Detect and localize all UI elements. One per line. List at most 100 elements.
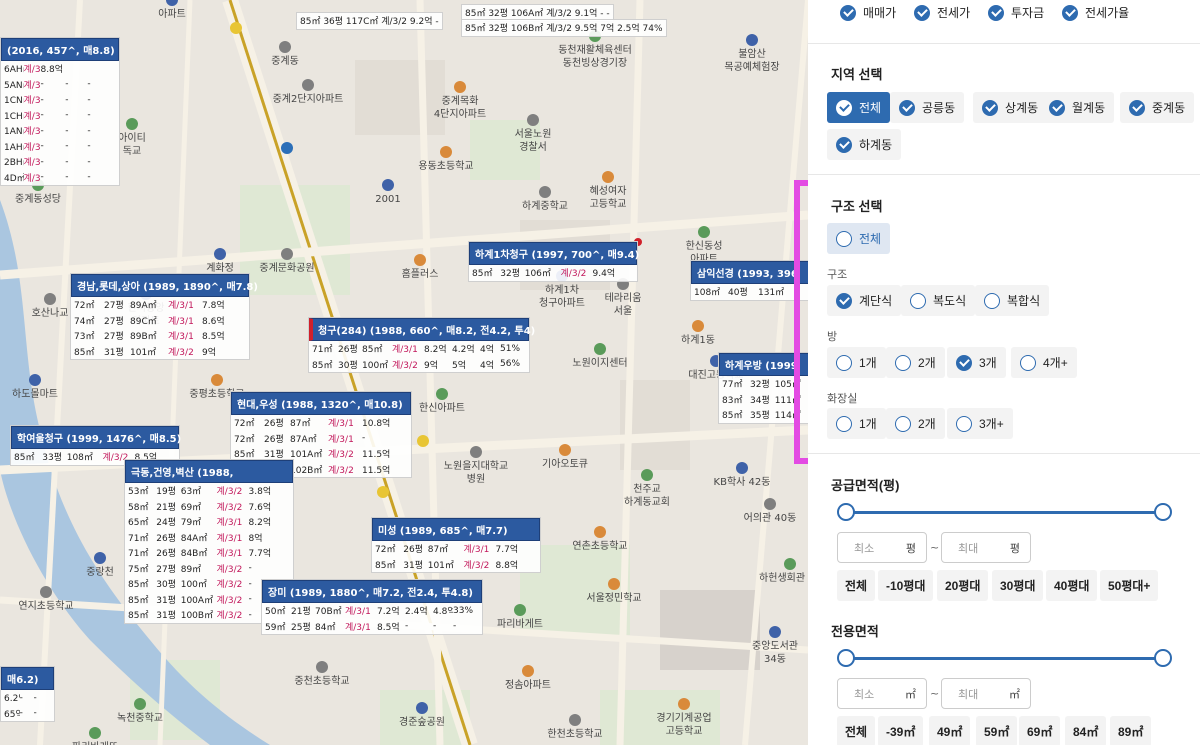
table-cell: 27평 — [104, 316, 124, 327]
area-quick-button[interactable]: 50평대+ — [1100, 570, 1159, 601]
room-count-chip[interactable]: 4개+ — [1011, 347, 1077, 378]
map-place-label: 연지초등학교 — [18, 601, 74, 612]
structure-type-chip[interactable]: 복합식 — [975, 285, 1050, 316]
map-view[interactable]: 아파트 중계동 중계목화 4단지아파트 동천재활체육센터 동천빙상경기장 불암산 목공예… — [0, 0, 808, 745]
table-cell: 63㎡ — [180, 487, 202, 498]
apartment-marker[interactable]: 매6.2)6.2억--65억-- — [0, 666, 55, 722]
table-row: 1CH㎡계/3/2--- — [1, 108, 119, 124]
bathroom-count-chip[interactable]: 1개 — [827, 408, 886, 439]
apartment-title[interactable]: 하계우방 (1999 — [719, 353, 808, 376]
apartment-title[interactable]: 장미 (1989, 1880^, 매7.2, 전2.4, 투4.8) — [262, 580, 482, 603]
table-cell: - — [65, 172, 69, 183]
table-cell: 계/3/1 — [345, 622, 371, 633]
room-count-chip[interactable]: 2개 — [886, 347, 945, 378]
exclusive-max-input[interactable]: 최대 ㎡ — [941, 678, 1031, 709]
table-cell: 8.6억 — [202, 316, 225, 327]
apartment-row-strip[interactable]: 85㎡ 36평 117C㎡ 계/3/2 9.2억 - — [296, 12, 443, 30]
apartment-marker[interactable]: 청구(284) (1988, 660^, 매8.2, 전4.2, 투4) 71㎡ 2… — [308, 317, 535, 373]
bathroom-count-chip[interactable]: 2개 — [886, 408, 945, 439]
structure-all-chip[interactable]: 전체 — [827, 223, 891, 254]
apartment-row-strip[interactable]: 85㎡ 32평 106B㎡ 계/3/2 9.5억 7억 2.5억 74% — [461, 19, 667, 37]
region-chip[interactable]: 하계동 — [827, 129, 902, 160]
area-quick-button[interactable]: 84㎡ — [1065, 716, 1107, 745]
supply-min-input[interactable]: 최소 평 — [837, 532, 927, 563]
table-row: 85㎡ 35평 114㎡ — [719, 407, 808, 423]
region-chip[interactable]: 공릉동 — [890, 92, 965, 123]
apartment-title[interactable]: (2016, 457^, 매8.8) — [1, 38, 119, 61]
table-cell: 131㎡ — [758, 288, 785, 299]
table-cell: 계/3/2 — [216, 487, 243, 498]
area-quick-button[interactable]: 20평대 — [937, 570, 989, 601]
apartment-marker[interactable]: 삼익선경 (1993, 396 108㎡ 40평 131㎡ — [690, 260, 808, 301]
area-quick-button[interactable]: -10평대 — [878, 570, 934, 601]
table-row: 65억 - - — [1, 706, 54, 722]
chip-label: 3개 — [979, 356, 997, 370]
table-row: 71㎡ 26평 85㎡ 계/3/1 8.2억 4.2억 4억 51% — [309, 341, 529, 357]
chip-label: 4개+ — [1043, 356, 1068, 370]
apartment-title[interactable]: 삼익선경 (1993, 396 — [691, 261, 808, 284]
apartment-title[interactable]: 미성 (1989, 685^, 매7.7) — [372, 518, 540, 541]
apartment-marker[interactable]: 미성 (1989, 685^, 매7.7) 72㎡ 26평 87㎡ 계/3/1 7.7억 8… — [371, 517, 541, 573]
supply-min-knob[interactable] — [837, 503, 855, 521]
area-quick-button[interactable]: 40평대 — [1046, 570, 1098, 601]
table-cell: 9.4억 — [592, 269, 616, 280]
table-cell: 계/3/2 — [23, 127, 41, 138]
apartment-title[interactable]: 하계1차청구 (1997, 700^, 매9.4) — [469, 242, 639, 265]
exclusive-slider-track[interactable] — [846, 657, 1164, 660]
apartment-title[interactable]: 경남,롯데,상아 (1989, 1890^, 매7.8) — [71, 274, 258, 297]
supply-max-knob[interactable] — [1154, 503, 1172, 521]
apartment-marker[interactable]: 하계1차청구 (1997, 700^, 매9.4) 85㎡ 32평 106㎡ 계/3/2… — [468, 241, 639, 282]
area-quick-button[interactable]: 89㎡ — [1110, 716, 1152, 745]
table-cell: 1AH㎡ — [4, 142, 24, 153]
table-cell: 114㎡ — [774, 411, 801, 422]
exclusive-min-input[interactable]: 최소 ㎡ — [837, 678, 927, 709]
region-chip[interactable]: 월계동 — [1040, 92, 1115, 123]
room-count-chip[interactable]: 3개 — [947, 347, 1006, 378]
structure-type-chip[interactable]: 복도식 — [901, 285, 976, 316]
area-quick-button[interactable]: 전체 — [837, 570, 876, 601]
map-place-label: 중계문화공원 — [259, 263, 315, 274]
apartment-marker[interactable]: 장미 (1989, 1880^, 매7.2, 전2.4, 투4.8) 50㎡ 21평… — [261, 579, 483, 635]
exclusive-min-knob[interactable] — [837, 649, 855, 667]
area-quick-button[interactable]: 전체 — [837, 716, 876, 745]
region-chip[interactable]: 전체 — [827, 92, 891, 123]
apartment-title[interactable]: 극동,건영,벽산 (1988, — [125, 460, 293, 483]
map-pin-icon — [382, 179, 394, 191]
area-quick-button[interactable]: 69㎡ — [1019, 716, 1061, 745]
bathroom-count-chip[interactable]: 3개+ — [947, 408, 1013, 439]
table-cell: 65억 — [4, 709, 20, 720]
exclusive-max-knob[interactable] — [1154, 649, 1172, 667]
apartment-title[interactable]: 현대,우성 (1988, 1320^, 매10.8) — [231, 392, 411, 415]
table-cell: 26평 — [403, 545, 423, 556]
supply-slider-track[interactable] — [846, 511, 1164, 514]
price-type-check[interactable]: 투자금 — [979, 0, 1053, 28]
region-chip[interactable]: 상계동 — [973, 92, 1048, 123]
apartment-marker[interactable]: 경남,롯데,상아 (1989, 1890^, 매7.8) 72㎡ 27평 89A㎡ 계/… — [70, 273, 258, 360]
chip-label: 전체 — [859, 232, 882, 246]
area-quick-button[interactable]: 49㎡ — [929, 716, 971, 745]
table-cell: - — [87, 110, 91, 121]
price-type-check[interactable]: 매매가 — [831, 0, 905, 28]
table-row: 75㎡ 27평 89㎡ 계/3/2- — [125, 561, 293, 577]
structure-type-chip[interactable]: 계단식 — [827, 285, 902, 316]
area-quick-button[interactable]: -39㎡ — [878, 716, 924, 745]
region-chip[interactable]: 중계동 — [1120, 92, 1195, 123]
apartment-marker[interactable]: (2016, 457^, 매8.8)6AH㎡계/3/28.8억5AN㎡계/3/2… — [0, 37, 120, 186]
bath-label: 화장실 — [827, 393, 858, 405]
apartment-marker[interactable]: 하계우방 (1999 77㎡ 32평 105㎡ 83㎡ 34평 111㎡ 85㎡ 35평 114㎡ — [718, 352, 808, 424]
room-count-chip[interactable]: 1개 — [827, 347, 886, 378]
area-quick-button[interactable]: 59㎡ — [976, 716, 1018, 745]
supply-max-input[interactable]: 최소최대평 — [941, 532, 1031, 563]
apartment-title[interactable]: 청구(284) (1988, 660^, 매8.2, 전4.2, 투4) — [309, 318, 535, 341]
table-cell: 40평 — [728, 288, 748, 299]
map-pin-icon — [559, 444, 571, 456]
table-cell: 31평 — [156, 611, 176, 622]
map-pin-icon — [514, 604, 526, 616]
radio-unchecked-icon — [1020, 354, 1036, 371]
table-cell: 100㎡ — [362, 360, 389, 371]
price-type-check[interactable]: 전세가 — [905, 0, 979, 28]
apartment-title[interactable]: 학여울청구 (1999, 1476^, 매8.5) — [11, 426, 181, 449]
price-type-check[interactable]: 전세가율 — [1053, 0, 1138, 28]
area-quick-button[interactable]: 30평대 — [992, 570, 1044, 601]
apartment-title[interactable]: 매6.2) — [1, 667, 54, 690]
